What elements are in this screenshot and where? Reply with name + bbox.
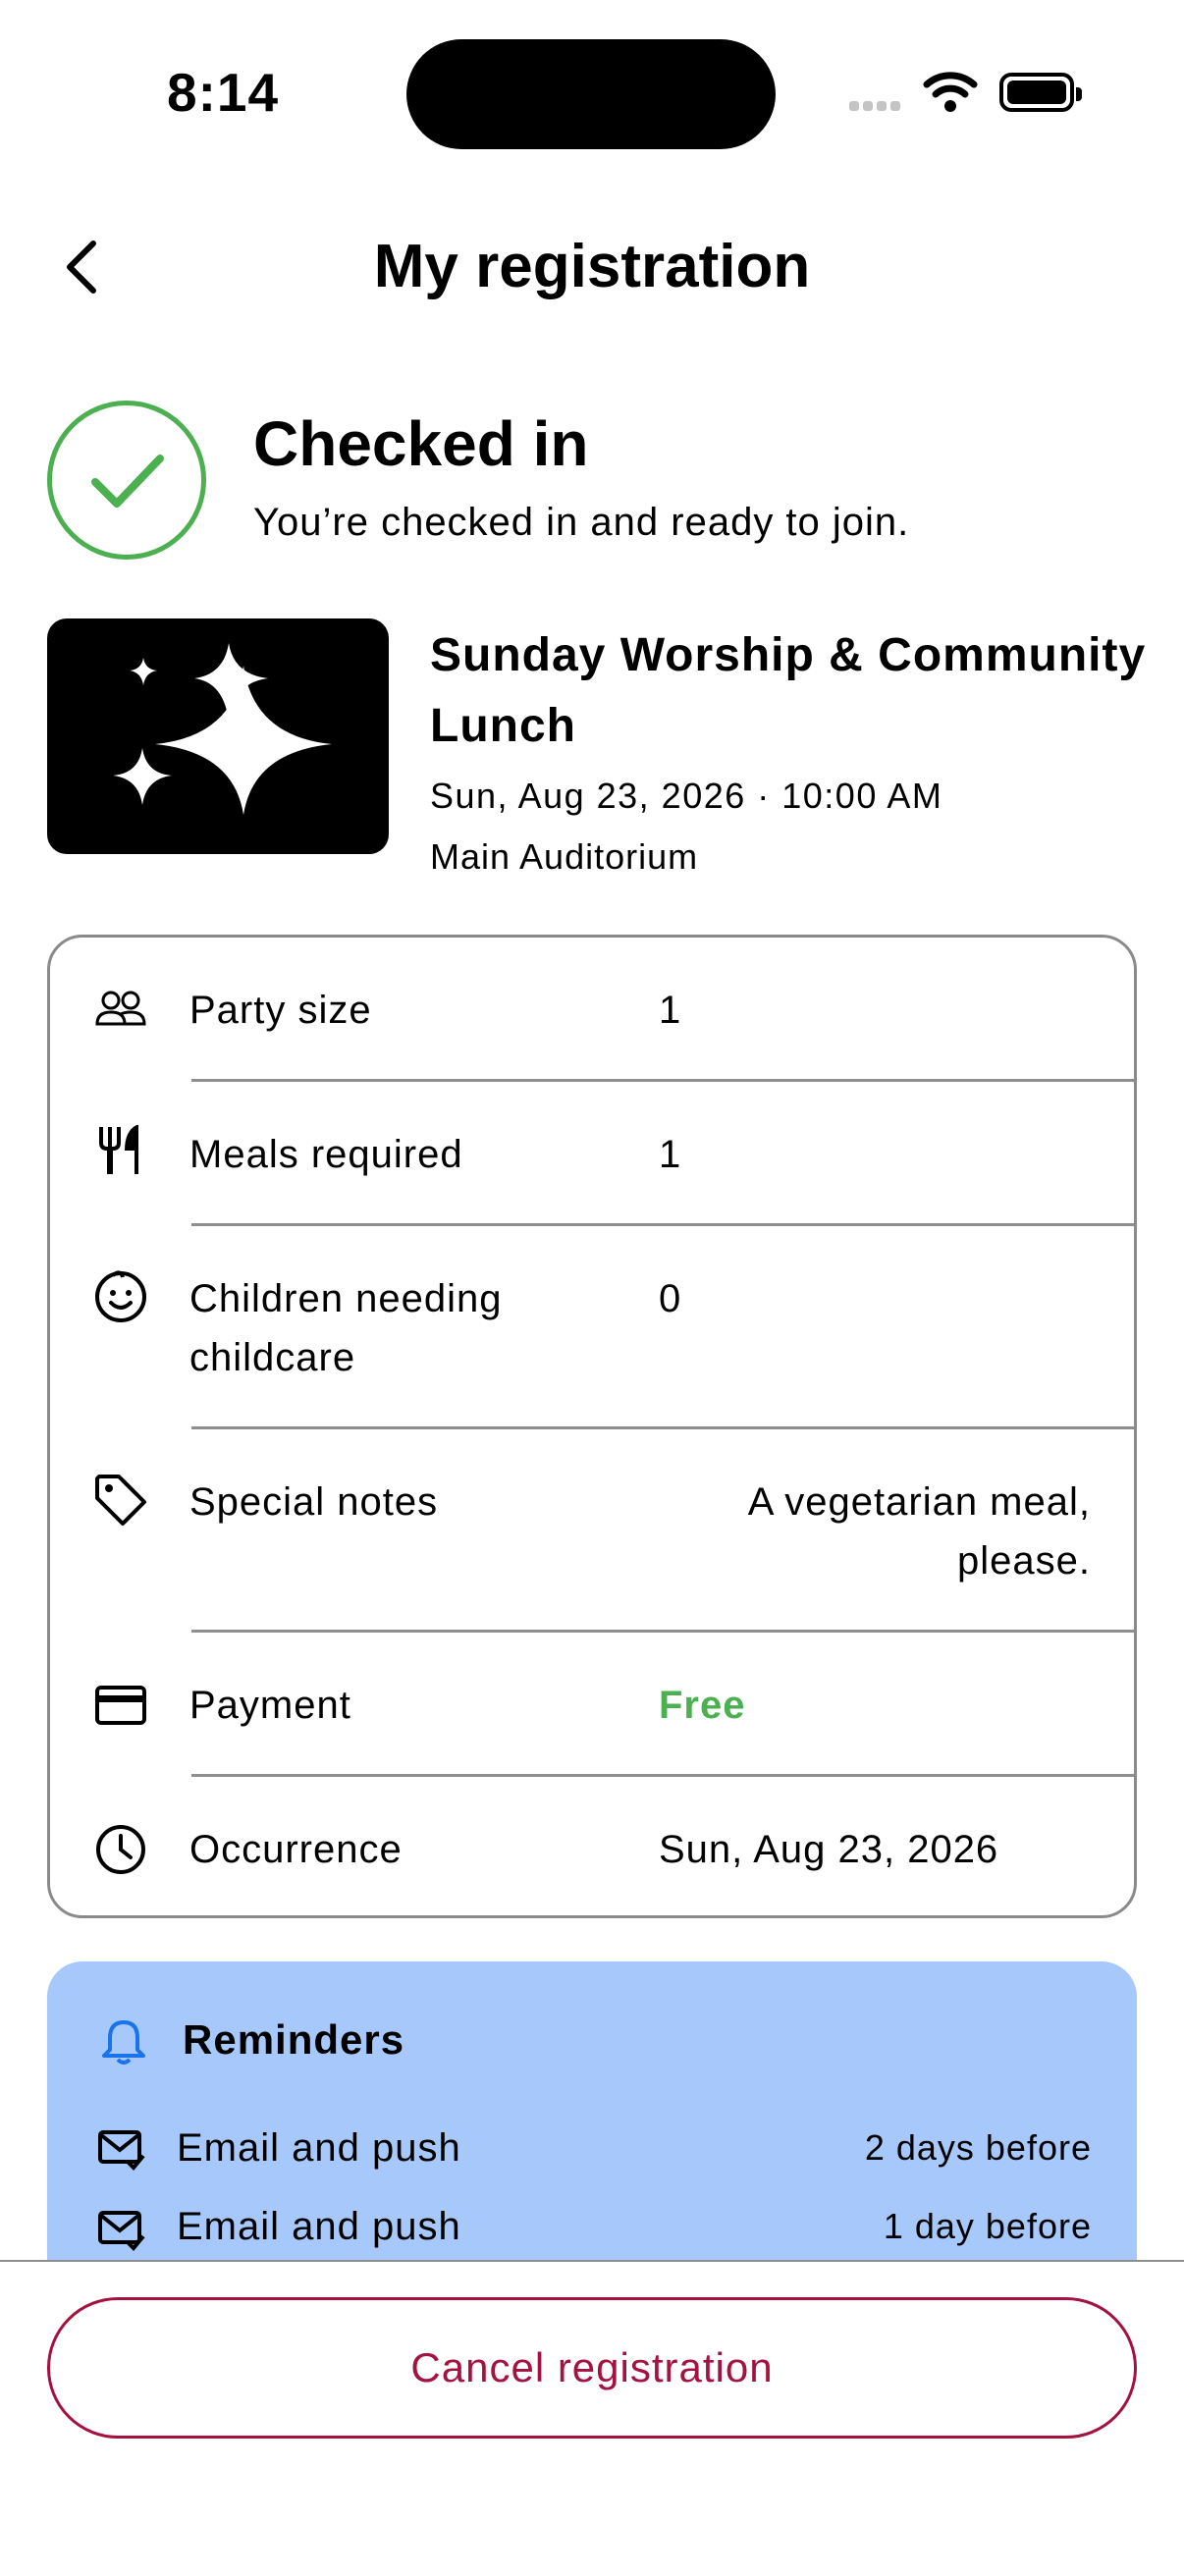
utensils-icon [99, 1125, 138, 1174]
reminder-timing: 2 days before [864, 2127, 1092, 2168]
detail-value: 0 [659, 1277, 682, 1320]
event-title: Sunday Worship & Community Lunch [430, 629, 1147, 752]
battery-icon [999, 73, 1082, 112]
reminder-channel: Email and push [177, 2205, 461, 2248]
detail-row-occurrence: Occurrence Sun, Aug 23, 2026 [50, 1777, 1134, 1915]
detail-label: Payment [189, 1684, 351, 1727]
mail-check-icon [98, 2130, 145, 2171]
dynamic-island [406, 39, 776, 149]
detail-value: A vegetarian meal, please. [747, 1480, 1091, 1583]
checked-in-badge [47, 401, 206, 560]
event-image [47, 618, 389, 854]
event-location: Main Auditorium [430, 836, 699, 877]
detail-label: Occurrence [189, 1828, 403, 1871]
sparkles-icon [113, 643, 332, 815]
detail-value: 1 [659, 1133, 682, 1176]
detail-label: Meals required [189, 1133, 463, 1176]
detail-value: 1 [659, 989, 682, 1032]
credit-card-icon [95, 1686, 146, 1725]
cancel-registration-button[interactable]: Cancel registration [47, 2297, 1137, 2439]
cellular-signal-icon [849, 98, 908, 112]
tag-icon [95, 1475, 146, 1526]
page-title: My registration [373, 233, 811, 300]
wifi-icon [923, 72, 978, 112]
child-face-icon [95, 1270, 146, 1322]
status-bar-time: 8:14 [167, 62, 280, 123]
people-icon [95, 991, 146, 1026]
registration-details-card: Party size 1 Meals required 1 Children n… [47, 935, 1137, 1918]
status-subtitle: You’re checked in and ready to join. [253, 501, 910, 544]
detail-label: Children needing childcare [189, 1277, 503, 1379]
detail-value: Sun, Aug 23, 2026 [659, 1828, 999, 1871]
detail-row-payment: Payment Free [50, 1633, 1134, 1777]
bell-icon [102, 2020, 145, 2065]
payment-status: Free [659, 1684, 746, 1727]
detail-row-meals-required: Meals required 1 [50, 1082, 1134, 1226]
mail-check-icon [98, 2211, 145, 2251]
reminder-timing: 1 day before [883, 2206, 1092, 2246]
status-title: Checked in [253, 408, 589, 479]
reminders-title: Reminders [183, 2016, 405, 2063]
clock-icon [96, 1825, 145, 1874]
detail-label: Party size [189, 989, 372, 1032]
checkmark-icon [91, 455, 164, 508]
event-datetime: Sun, Aug 23, 2026 · 10:00 AM [430, 776, 943, 816]
detail-row-special-notes: Special notes A vegetarian meal, please. [50, 1429, 1134, 1633]
detail-row-party-size: Party size 1 [50, 938, 1134, 1082]
detail-row-childcare: Children needing childcare 0 [50, 1226, 1134, 1429]
detail-label: Special notes [189, 1480, 439, 1524]
reminder-channel: Email and push [177, 2126, 461, 2170]
